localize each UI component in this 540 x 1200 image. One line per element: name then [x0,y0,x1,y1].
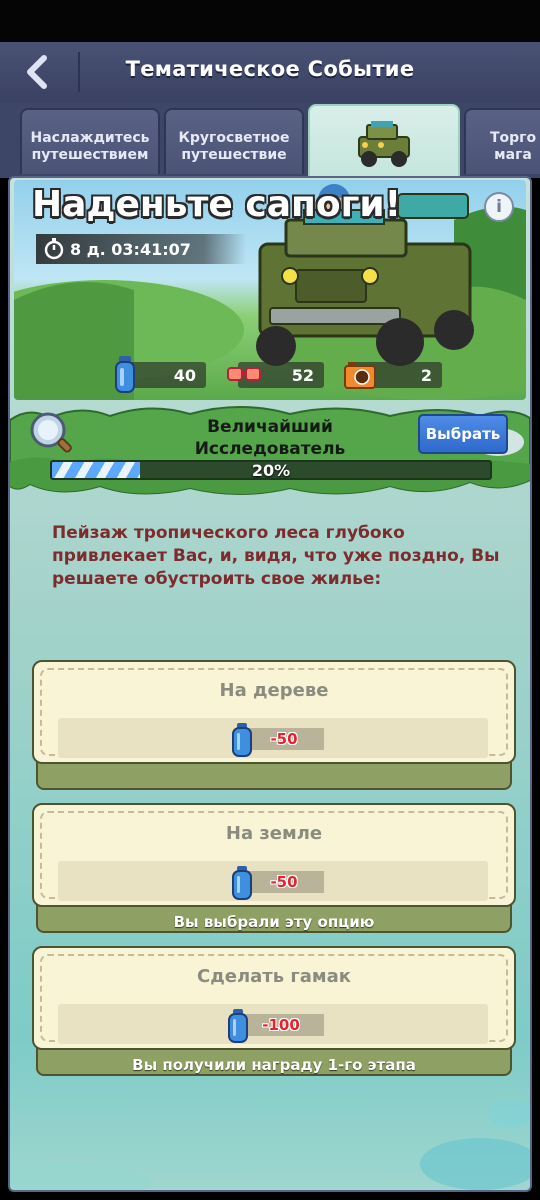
resource-value: 2 [420,365,432,385]
water-bottle-icon [232,866,252,900]
timer-text: 8 д. 03:41:07 [70,239,191,259]
tab-enjoy-journey[interactable]: Наслаждитесь путешествием [20,108,160,174]
info-icon: i [496,197,502,217]
rank-progress-bar: 20% [50,460,492,480]
resource-camera: 2 [344,362,442,389]
choose-button[interactable]: Выбрать [418,414,508,454]
option-status: Вы выбрали эту опцию [173,913,375,931]
story-text: Пейзаж тропического леса глубоко привлек… [52,523,500,589]
water-bottle-icon [115,356,135,393]
option-cost: -50 [244,728,324,750]
event-banner: Наденьте сапоги! i 8 д. 03:41:07 40 52 2 [14,180,526,400]
option-cost-bar: -50 [58,718,488,758]
tab-trade-shop[interactable]: Торго мага [464,108,540,174]
option-card-tree[interactable]: На дереве -50 [32,660,516,794]
option-title: Сделать гамак [197,966,351,987]
event-timer: 8 д. 03:41:07 [36,234,246,264]
event-panel: Наденьте сапоги! i 8 д. 03:41:07 40 52 2… [8,176,532,1192]
tab-label: Торго мага [489,130,537,163]
water-bottle-icon [232,723,252,757]
resource-value: 40 [173,365,196,385]
stopwatch-icon [44,238,64,260]
goggles-icon [227,367,261,381]
page-title: Тематическое Событие [125,57,415,81]
tab-label: Наслаждитесь путешествием [30,130,150,163]
water-bottle-icon [228,1009,248,1043]
option-cost-bar: -100 [58,1004,488,1044]
event-title: Наденьте сапоги! [32,184,402,225]
tab-world-tour[interactable]: Кругосветное путешествие [164,108,304,174]
rank-name: Величайший Исследователь [194,417,346,459]
option-title: На дереве [219,680,329,701]
option-cost: -50 [244,871,324,893]
magnifier-icon [30,412,72,453]
water-bubbles-decoration [10,1100,530,1190]
option-title: На земле [225,823,323,844]
top-header: Тематическое Событие [0,42,540,104]
resource-water: 40 [115,356,206,393]
option-cost-bar: -50 [58,861,488,901]
camera-icon [344,362,376,389]
tab-bar: Наслаждитесь путешествием Кругосветное п… [0,102,540,180]
tab-label: Кругосветное путешествие [178,130,290,163]
status-bar [0,0,540,42]
jeep-icon [358,121,410,167]
tab-jeep-event[interactable] [308,104,460,180]
option-cost: -100 [238,1014,324,1036]
resource-goggles: 52 [227,362,324,388]
option-card-ground[interactable]: На земле -50 Вы выбрали эту опцию [32,803,516,937]
info-button[interactable]: i [484,192,514,222]
progress-text: 20% [251,461,291,480]
resource-value: 52 [291,365,314,385]
